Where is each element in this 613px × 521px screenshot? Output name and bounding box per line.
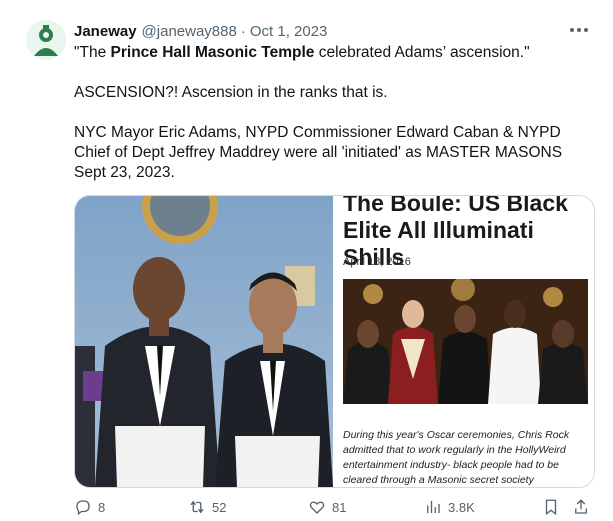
repost-count: 52 [212,499,227,515]
article-image [343,279,588,404]
photo-left[interactable] [75,196,333,487]
author-name[interactable]: Janeway [74,23,137,40]
tweet-header: Janeway @janeway888 · Oct 1, 2023 [74,20,327,42]
like-count: 81 [332,499,347,515]
tweet-paragraph-2: ASCENSION?! Ascension in the ranks that … [74,84,388,101]
oscar-group-photo [343,279,588,404]
share-icon [575,499,587,514]
tweet: Janeway @janeway888 · Oct 1, 2023 "The P… [0,0,613,517]
repost-icon [190,500,204,514]
reply-button[interactable]: 8 [74,498,105,516]
avatar[interactable] [26,20,66,60]
views-count: 3.8K [448,499,475,515]
bookmark-button[interactable] [542,498,560,521]
tweet-paragraph-1: "The Prince Hall Masonic Temple celebrat… [74,43,594,63]
tweet-date[interactable]: Oct 1, 2023 [250,23,328,40]
repost-button[interactable]: 52 [188,498,226,516]
more-dots [570,28,588,32]
like-button[interactable]: 81 [308,498,346,516]
author-handle[interactable]: @janeway888 [142,23,237,40]
share-button[interactable] [572,498,590,521]
more-icon[interactable] [567,18,591,42]
bookmark-icon [545,499,557,516]
article-body: During this year's Oscar ceremonies, Chr… [343,429,570,486]
reply-count: 8 [98,499,106,515]
avatar-image [26,20,66,60]
temple-name: Prince Hall Masonic Temple [110,44,315,61]
views-icon [427,501,440,513]
separator-dot: · [240,22,246,40]
photo-men-in-aprons [75,196,333,487]
photo-right[interactable]: The Boule: US Black Elite All Illuminati… [335,196,594,487]
views-button[interactable]: 3.8K [424,498,475,516]
reply-icon [76,500,90,516]
tweet-paragraph-3: NYC Mayor Eric Adams, NYPD Commissioner … [74,124,563,181]
like-icon [309,501,325,514]
tweet-text: "The Prince Hall Masonic Temple celebrat… [74,43,594,183]
article-date: April 18, 2016 [343,256,411,268]
quote-end: celebrated Adams’ ascension." [314,44,530,61]
media-grid[interactable]: The Boule: US Black Elite All Illuminati… [74,195,595,488]
quote-start: "The [74,44,111,61]
